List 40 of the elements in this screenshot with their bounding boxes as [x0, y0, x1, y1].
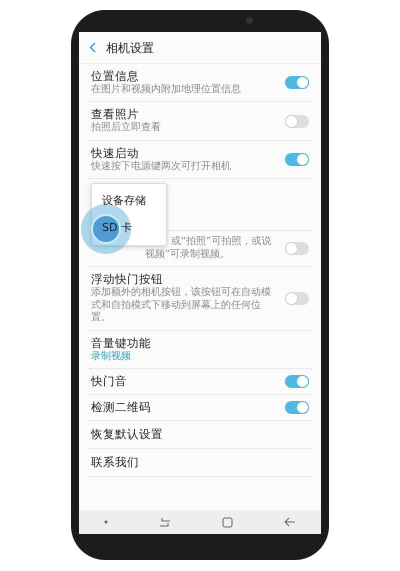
screen-title: 相机设置 — [106, 40, 154, 56]
setting-title: 检测二维码 — [91, 400, 152, 416]
back-icon[interactable] — [284, 517, 296, 527]
setting-description: 拍照后立即查看 — [91, 122, 162, 135]
setting-title: 快速启动 — [91, 146, 140, 160]
setting-row[interactable]: 联系我们 — [87, 449, 313, 478]
setting-description: 快速按下电源键两次可打开相机 — [91, 160, 232, 174]
toggle-switch[interactable] — [285, 76, 309, 90]
recent-apps-icon[interactable] — [159, 517, 172, 527]
menu-option[interactable]: 设备存储 — [92, 188, 166, 214]
back-icon[interactable] — [89, 42, 96, 53]
setting-row[interactable]: 音量键功能 录制视频 — [87, 330, 313, 370]
setting-title: 联系我们 — [91, 455, 140, 470]
toggle-switch[interactable] — [285, 375, 309, 388]
setting-description: 在图片和视频内附加地理位置信息 — [91, 84, 242, 96]
touch-indicator — [81, 204, 131, 254]
setting-description: 视频”可录制视频。 — [145, 248, 232, 262]
toggle-switch[interactable] — [285, 401, 309, 414]
setting-row[interactable]: 快速启动 快速按下电源键两次可打开相机 — [87, 140, 313, 180]
setting-title: 查看照片 — [91, 107, 140, 122]
setting-value: 录制视频 — [91, 350, 132, 364]
setting-title: 音量键功能 — [91, 336, 152, 350]
setting-row[interactable]: 查看照片 拍照后立即查看 — [87, 102, 313, 141]
setting-row[interactable]: 位置信息 在图片和视频内附加地理位置信息 — [87, 64, 313, 102]
toggle-switch[interactable] — [285, 242, 309, 256]
setting-title: 位置信息 — [91, 69, 140, 84]
home-icon[interactable] — [222, 516, 233, 528]
dot-icon[interactable] — [104, 520, 108, 524]
setting-row[interactable]: 恢复默认设置 — [87, 421, 313, 450]
setting-description: 添加额外的相机按钮，该按钮可在自动模式和自拍模式下移动到屏幕上的任何位置。 — [91, 287, 272, 325]
setting-row[interactable]: 检测二维码 — [87, 395, 313, 422]
setting-title: 恢复默认设置 — [91, 427, 164, 442]
toggle-switch[interactable] — [285, 292, 309, 306]
toggle-switch[interactable] — [285, 153, 309, 166]
setting-title: 快门音 — [91, 374, 128, 390]
toggle-switch[interactable] — [285, 114, 309, 128]
setting-row[interactable]: 快门音 — [87, 369, 313, 396]
setting-title: 浮动快门按钮 — [91, 272, 164, 286]
setting-description: 或“拍照”可拍照，或说 — [171, 236, 272, 248]
setting-row[interactable]: 浮动快门按钮 添加额外的相机按钮，该按钮可在自动模式和自拍模式下移动到屏幕上的任何位置。 — [87, 267, 313, 331]
